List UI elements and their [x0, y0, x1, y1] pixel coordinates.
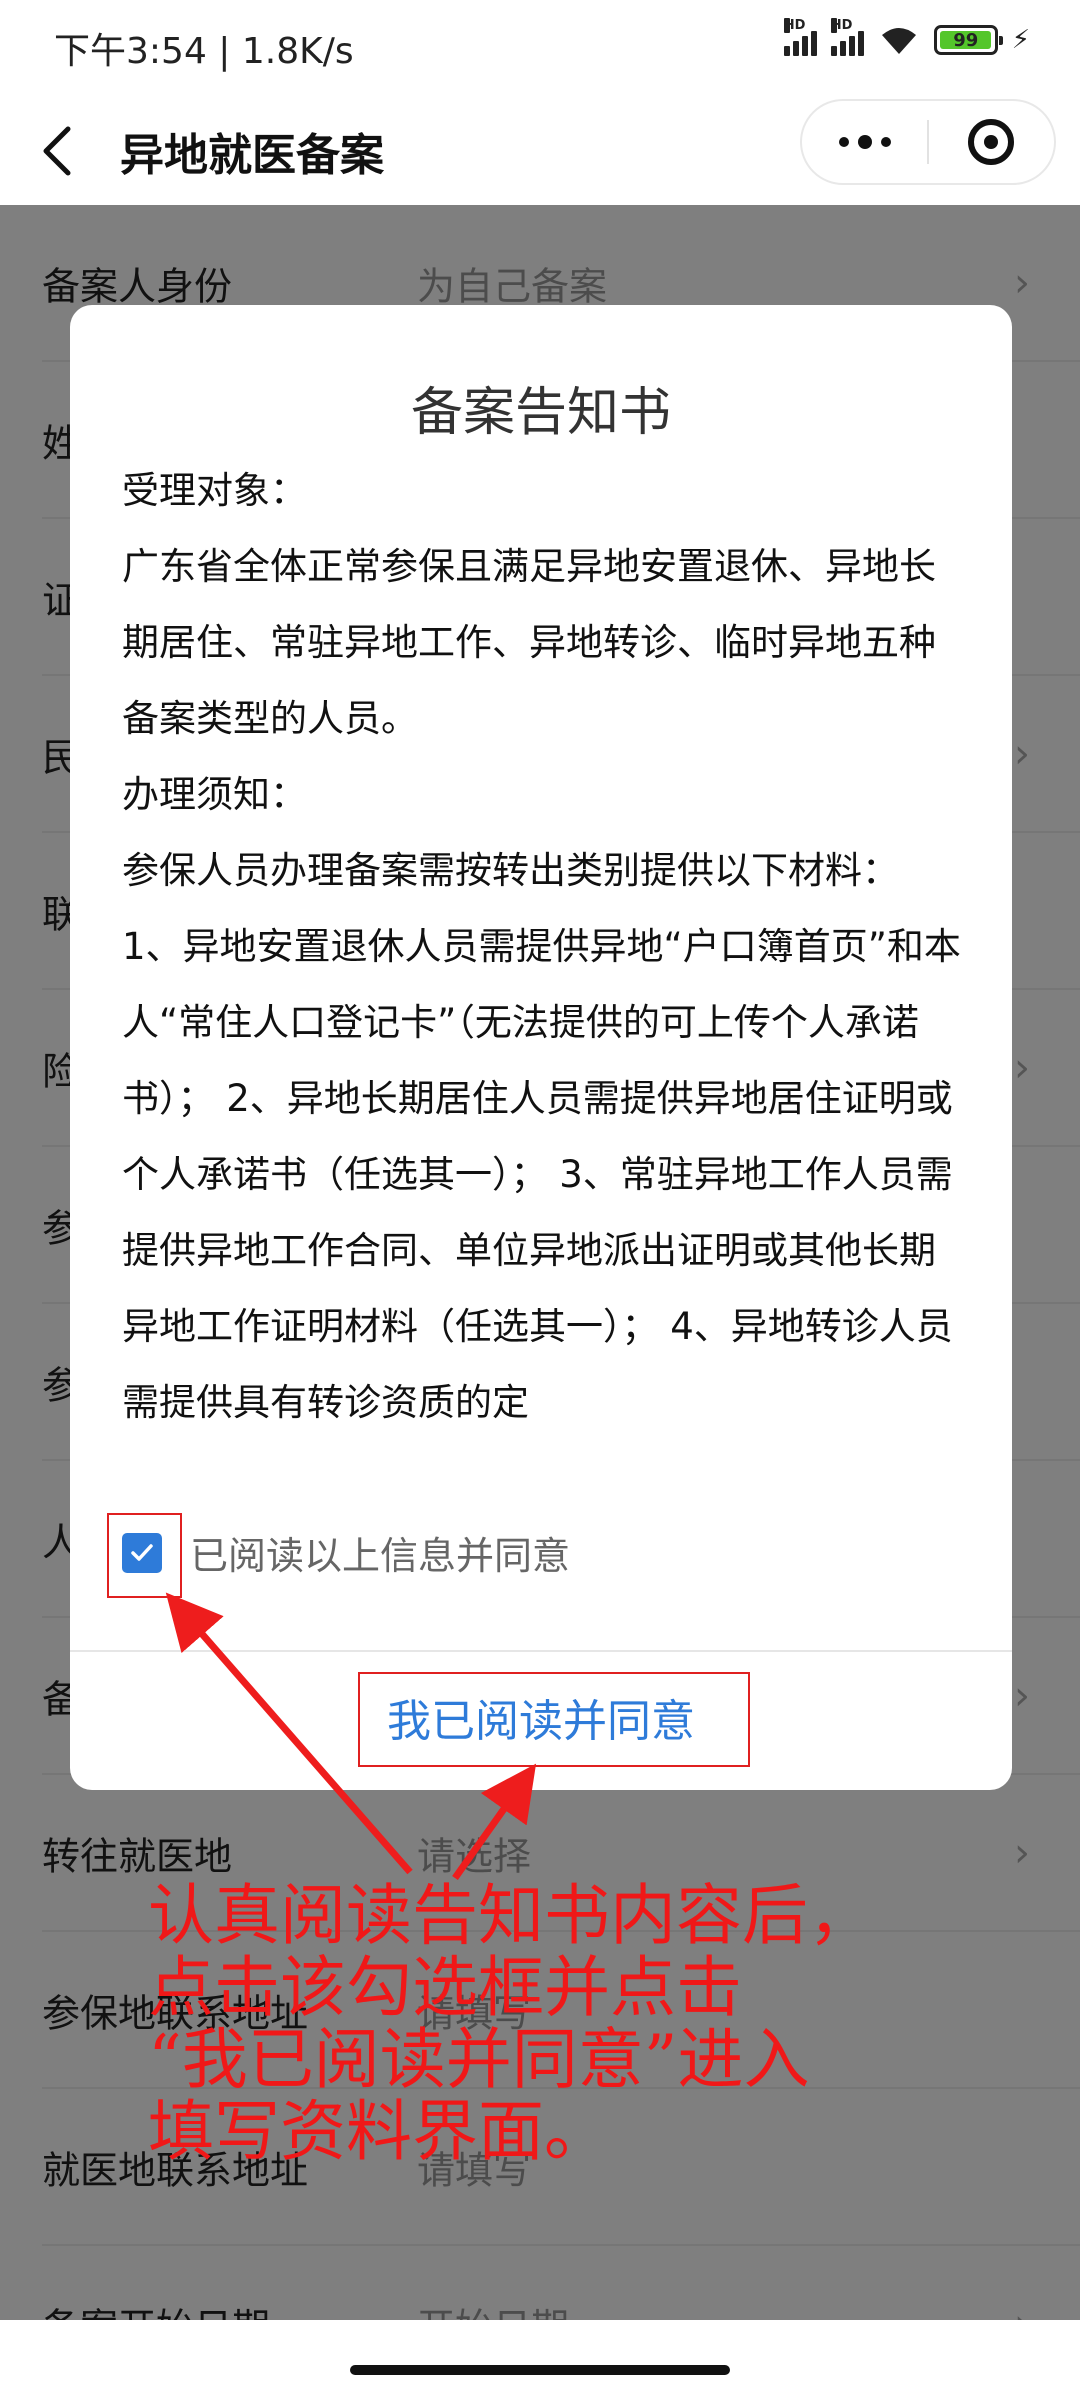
hd-label-2: HD — [830, 18, 853, 33]
status-time: 下午3:54 | 1.8K/s — [54, 31, 354, 72]
charging-icon: ⚡ — [1011, 25, 1030, 55]
signal-icon: HD — [783, 18, 817, 56]
page-title: 异地就医备案 — [120, 130, 384, 181]
status-bar: 下午3:54 | 1.8K/s HD HD 99 ⚡ — [0, 0, 1080, 95]
dialog-paragraph: 广东省全体正常参保且满足异地安置退休、异地长期居住、常驻异地工作、异地转诊、临时… — [122, 545, 936, 740]
nav-bar: 异地就医备案 — [0, 95, 1080, 205]
dialog-paragraph: 1、异地安置退休人员需提供异地“户口簿首页”和本人“常住人口登记卡”（无法提供的… — [122, 925, 961, 1424]
dialog-divider — [70, 1650, 1012, 1652]
confirm-button-highlight-box — [358, 1672, 750, 1767]
battery-level: 99 — [953, 29, 979, 51]
battery-icon: 99 — [933, 25, 1003, 55]
home-indicator[interactable] — [350, 2365, 730, 2375]
dialog-paragraph: 受理对象： — [122, 469, 307, 512]
mini-program-capsule — [800, 99, 1056, 185]
hd-label: HD — [783, 18, 806, 33]
dialog-title: 备案告知书 — [410, 383, 671, 443]
agree-checkbox-label[interactable]: 已阅读以上信息并同意 — [190, 1525, 570, 1580]
home-bar — [0, 2320, 1080, 2400]
checkbox-highlight-box — [107, 1513, 182, 1598]
instruction-annotation: 认真阅读告知书内容后， 点击该勾选框并点击 “我已阅读并同意”进入 填写资料界面… — [148, 1877, 874, 2170]
dialog-paragraph: 参保人员办理备案需按转出类别提供以下材料： — [122, 849, 899, 892]
status-icons: HD HD 99 ⚡ — [783, 18, 1030, 56]
agree-checkbox-row[interactable]: 已阅读以上信息并同意 — [122, 1525, 570, 1580]
signal-icon-2: HD — [830, 18, 864, 56]
close-mini-program-icon[interactable] — [929, 119, 1054, 165]
wifi-icon — [881, 28, 916, 54]
more-icon[interactable] — [802, 135, 927, 149]
notice-dialog: 备案告知书 受理对象： 广东省全体正常参保且满足异地安置退休、异地长期居住、常驻异… — [70, 305, 1012, 1790]
dialog-paragraph: 办理须知： — [122, 773, 307, 816]
back-icon[interactable] — [38, 123, 78, 179]
